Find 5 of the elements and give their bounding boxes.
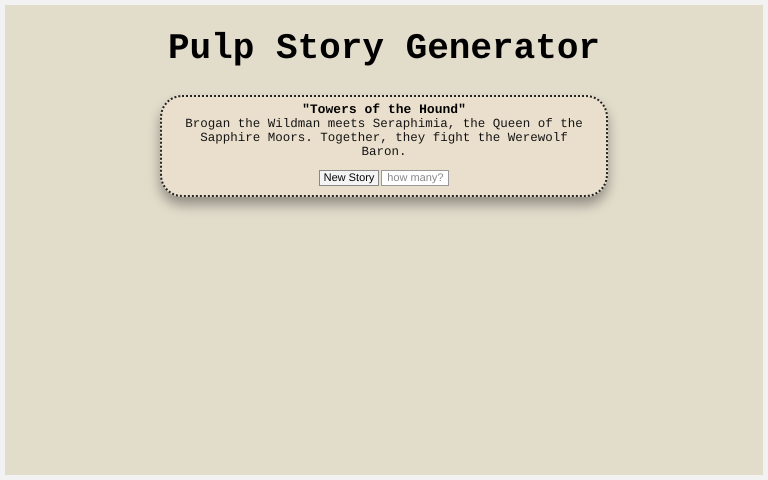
new-story-button[interactable]: New Story	[318, 170, 380, 186]
count-field[interactable]: how many?	[381, 170, 450, 186]
page-title: Pulp Story Generator	[168, 27, 600, 71]
story-title: "Towers of the Hound"	[302, 102, 466, 117]
story-text: Brogan the Wildman meets Seraphimia, the Queen of the Sapphire Moors. Together, they fight the Werewolf Baron.	[184, 117, 584, 159]
